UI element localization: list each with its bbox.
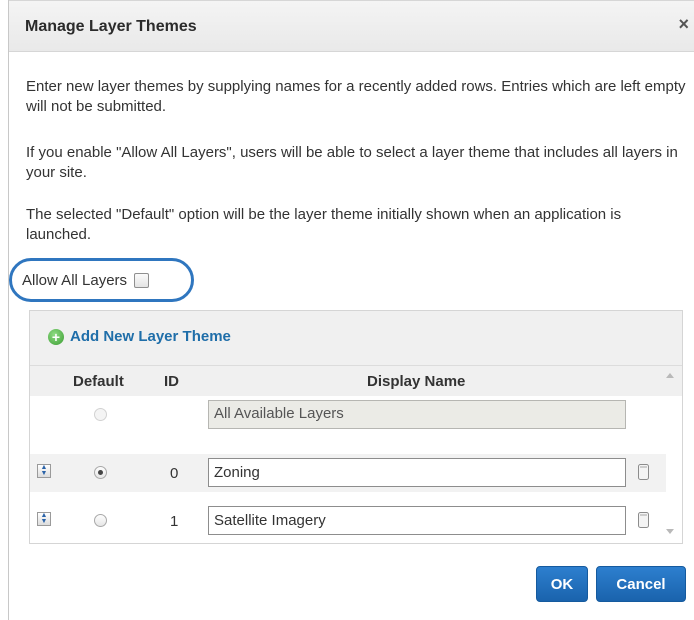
table-row-all-layers: All Available Layers: [30, 396, 666, 434]
column-header-default: Default: [73, 373, 124, 390]
dialog-title: Manage Layer Themes: [25, 18, 197, 35]
scroll-down-arrow-icon[interactable]: [666, 529, 674, 534]
row-id: 1: [170, 513, 179, 530]
sort-arrows-icon[interactable]: ▲ ▼: [37, 512, 51, 526]
table-header: Default ID Display Name: [30, 365, 682, 396]
column-header-display-name: Display Name: [367, 373, 466, 390]
trash-icon[interactable]: [638, 511, 649, 528]
add-new-layer-theme-button[interactable]: + Add New Layer Theme: [48, 328, 231, 345]
column-header-id: ID: [164, 373, 179, 390]
allow-all-layers-label: Allow All Layers: [22, 272, 128, 289]
instruction-text: Enter new layer themes by supplying name…: [26, 78, 686, 115]
table-row: ▲ ▼ 0: [30, 454, 666, 492]
display-name-field: All Available Layers: [208, 400, 626, 429]
row-id: 0: [170, 465, 179, 482]
display-name-input[interactable]: [208, 458, 626, 487]
display-name-input[interactable]: [208, 506, 626, 535]
add-new-layer-theme-label: Add New Layer Theme: [70, 328, 231, 345]
instruction-text: If you enable "Allow All Layers", users …: [26, 144, 678, 181]
table-row: ▲ ▼ 1: [30, 502, 666, 540]
table-toolbar: + Add New Layer Theme: [30, 311, 682, 365]
sort-arrows-icon[interactable]: ▲ ▼: [37, 464, 51, 478]
default-radio[interactable]: [94, 466, 107, 479]
default-radio[interactable]: [94, 514, 107, 527]
plus-circle-icon: +: [48, 328, 64, 345]
layer-themes-table: + Add New Layer Theme Default ID Display…: [29, 310, 683, 544]
trash-icon[interactable]: [638, 463, 649, 480]
allow-all-layers-option: Allow All Layers: [22, 272, 150, 289]
default-radio: [94, 408, 107, 421]
cancel-button[interactable]: Cancel: [596, 566, 686, 602]
close-icon[interactable]: ×: [678, 15, 689, 33]
instruction-text: The selected "Default" option will be th…: [26, 206, 622, 243]
scroll-up-arrow-icon[interactable]: [666, 373, 674, 378]
manage-layer-themes-dialog: Manage Layer Themes × Enter new layer th…: [8, 0, 694, 620]
dialog-titlebar: Manage Layer Themes ×: [9, 0, 694, 52]
allow-all-layers-checkbox[interactable]: [134, 273, 150, 288]
ok-button[interactable]: OK: [536, 566, 588, 602]
dialog-buttons: OK Cancel: [536, 566, 686, 602]
